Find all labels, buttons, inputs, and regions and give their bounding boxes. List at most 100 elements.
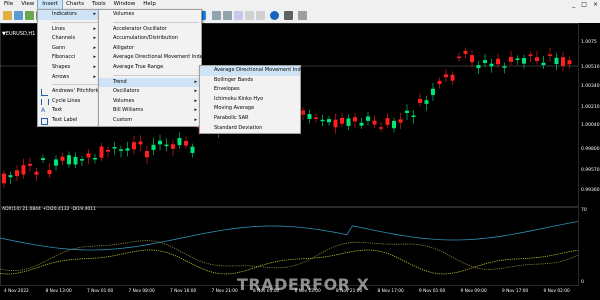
chevron-right-icon: ▸ — [93, 73, 96, 80]
candle-body — [411, 115, 416, 117]
candle-body — [320, 119, 325, 122]
candle-body — [372, 120, 377, 125]
tile-windows-icon[interactable] — [234, 11, 243, 20]
menu-item-adx[interactable]: Average Directional Movement Index — [200, 66, 307, 76]
market-watch-icon[interactable] — [25, 11, 34, 20]
zoom-out-icon[interactable] — [223, 11, 232, 20]
candle-body — [470, 55, 474, 63]
menu-item-envelopes[interactable]: Envelopes — [200, 85, 300, 95]
menu-item-text[interactable]: A Text — [38, 106, 100, 116]
chart-shift-icon[interactable] — [256, 11, 265, 20]
restore-button[interactable]: □ — [581, 0, 587, 9]
menu-item-trend[interactable]: Trend ▸ — [99, 77, 201, 88]
adx-line — [0, 221, 579, 251]
candle-body — [21, 165, 26, 175]
minimize-button[interactable]: _ — [572, 0, 575, 9]
menu-item-fibonacci[interactable]: Fibonacci ▸ — [38, 53, 100, 63]
menu-item-parabolic-sar[interactable]: Parabolic SAR — [200, 114, 300, 124]
price-tick-label: 1.00210 — [581, 104, 600, 110]
candle-body — [184, 140, 188, 146]
indicators-icon[interactable] — [270, 11, 279, 20]
profiles-icon[interactable] — [14, 11, 23, 20]
menu-item-oscillators[interactable]: Oscillators ▸ — [99, 87, 201, 97]
chevron-right-icon: ▸ — [194, 88, 197, 95]
menu-item-admi[interactable]: Average Directional Movement Index — [99, 53, 206, 63]
candle-body — [327, 119, 331, 123]
menu-item-alligator[interactable]: Alligator — [99, 44, 201, 54]
candle-body — [67, 155, 71, 165]
candle-body — [106, 149, 110, 152]
menu-item-lines[interactable]: Lines ▸ — [38, 25, 100, 35]
price-tick-label: 1.00040 — [581, 122, 600, 128]
candle-body — [28, 163, 32, 166]
templates-icon[interactable] — [298, 11, 307, 20]
menu-charts[interactable]: Charts — [62, 0, 88, 9]
menu-item-atr[interactable]: Average True Range — [99, 63, 201, 73]
menu-item-andrews-pitchfork[interactable]: Andrews' Pitchfork — [38, 87, 100, 97]
menu-separator — [113, 74, 199, 76]
price-tick-label: 0.99800 — [581, 146, 600, 152]
candle-body — [437, 80, 442, 85]
candle-body — [99, 146, 104, 158]
menu-view[interactable]: View — [17, 0, 38, 9]
price-tick-label: 1.00340 — [581, 83, 600, 89]
candle-body — [145, 151, 149, 158]
close-button[interactable]: × — [593, 0, 598, 9]
menu-item-volumes[interactable]: Volumes ▸ — [99, 97, 201, 107]
autoscroll-icon[interactable] — [245, 11, 254, 20]
menu-window[interactable]: Window — [110, 0, 140, 9]
candle-body — [125, 148, 130, 151]
chevron-right-icon: ▸ — [93, 63, 96, 70]
candle-body — [41, 158, 45, 160]
menu-item-channels[interactable]: Channels ▸ — [38, 34, 100, 44]
menu-item-custom[interactable]: Custom ▸ — [99, 116, 201, 126]
candle-body — [307, 114, 312, 119]
time-tick-label: 7 Nov 21:00 — [212, 288, 239, 293]
menu-help[interactable]: Help — [139, 0, 160, 9]
menu-file[interactable]: File — [0, 0, 17, 9]
menu-item-bill-williams[interactable]: Bill Williams ▸ — [99, 106, 201, 116]
time-tick-label: 9 Nov 02:00 — [544, 288, 571, 293]
candle-body — [112, 147, 117, 149]
menu-item-bollinger[interactable]: Bollinger Bands — [200, 76, 300, 86]
menu-item-shapes[interactable]: Shapes ▸ — [38, 63, 100, 73]
chevron-right-icon: ▸ — [194, 97, 197, 104]
menu-item-std-dev[interactable]: Standard Deviation — [200, 124, 300, 134]
menu-tools[interactable]: Tools — [88, 0, 110, 9]
candle-body — [528, 54, 533, 56]
menu-item-arrows[interactable]: Arrows ▸ — [38, 73, 100, 83]
candle-body — [476, 65, 481, 69]
candle-body — [463, 50, 468, 54]
candle-body — [190, 146, 195, 153]
menu-item-accumulation[interactable]: Accumulation/Distribution — [99, 34, 201, 44]
candle-body — [418, 98, 422, 103]
candle-body — [567, 60, 572, 65]
menu-item-gann[interactable]: Gann ▸ — [38, 44, 100, 54]
menu-item-ichimoku[interactable]: Ichimoku Kinko Hyo — [200, 95, 300, 105]
candle-body — [496, 58, 500, 65]
menu-item-moving-average[interactable]: Moving Average — [200, 104, 300, 114]
candle-body — [366, 116, 370, 121]
candle-body — [502, 66, 507, 68]
candle-body — [54, 159, 58, 166]
time-tick-label: 7 Nov 08:00 — [129, 288, 156, 293]
menu-item-indicators[interactable]: Indicators ▸ — [38, 10, 100, 20]
time-tick-label: 7 Nov 16:00 — [170, 288, 197, 293]
candle-body — [431, 88, 435, 96]
candle-body — [171, 144, 175, 149]
candle-body — [2, 173, 6, 184]
time-tick-label: 9 Nov 09:00 — [461, 288, 488, 293]
menu-item-accelerator[interactable]: Accelerator Oscillator — [99, 25, 201, 35]
new-order-icon[interactable] — [3, 11, 12, 20]
menu-item-volumes-ind[interactable]: Volumes — [99, 10, 201, 20]
menu-item-text-label[interactable]: Text Label — [38, 116, 100, 126]
periods-icon[interactable] — [284, 11, 293, 20]
candle-body — [340, 117, 344, 124]
candle-body — [151, 144, 156, 150]
menu-insert[interactable]: Insert — [37, 0, 64, 10]
candle-body — [177, 138, 182, 146]
candle-body — [80, 159, 84, 161]
menu-item-cycle-lines[interactable]: Cycle Lines — [38, 97, 100, 107]
time-tick-label: 8 Nov 17:00 — [378, 288, 405, 293]
zoom-in-icon[interactable] — [212, 11, 221, 20]
